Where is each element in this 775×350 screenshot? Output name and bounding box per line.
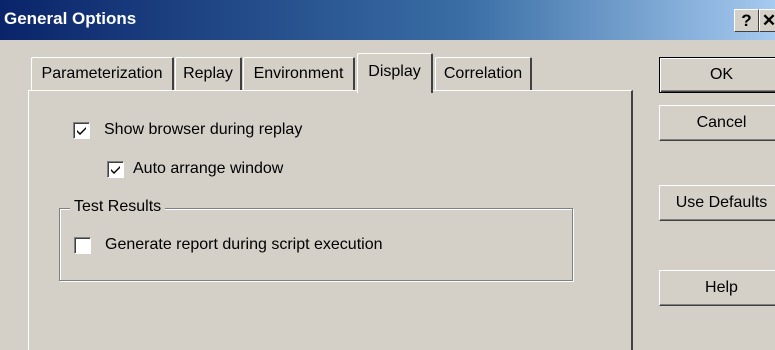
show-browser-label: Show browser during replay [104,121,303,138]
test-results-group: Test Results Generate report during scri… [59,198,573,281]
checkmark-icon [111,166,120,174]
help-title-button[interactable]: ? [734,9,759,32]
title-bar: General Options ? ✕ [0,0,775,40]
cancel-button[interactable]: Cancel [659,105,775,141]
cancel-button-label: Cancel [696,114,747,131]
help-button[interactable]: Help [659,270,775,306]
tab-environment[interactable]: Environment [243,57,355,90]
tab-display[interactable]: Display [357,53,433,93]
close-icon: ✕ [761,11,775,30]
display-tab-panel: Show browser during replay Auto arrange … [28,90,633,350]
auto-arrange-label: Auto arrange window [133,160,284,177]
tab-correlation[interactable]: Correlation [435,57,532,90]
generate-report-label: Generate report during script execution [105,236,383,253]
tab-label: Environment [253,65,344,82]
tab-label: Replay [183,65,233,82]
window-title: General Options [4,9,137,28]
close-title-button[interactable]: ✕ [759,9,775,32]
tab-label: Parameterization [41,65,163,82]
auto-arrange-checkbox[interactable] [107,161,124,178]
tab-label: Display [368,63,421,80]
tab-label: Correlation [443,65,523,82]
ok-button-label: OK [709,66,734,83]
test-results-title: Test Results [70,198,166,216]
ok-button[interactable]: OK [659,57,775,93]
tab-parameterization[interactable]: Parameterization [31,57,174,90]
use-defaults-button-label: Use Defaults [675,194,768,211]
checkmark-icon [77,127,86,135]
use-defaults-button[interactable]: Use Defaults [659,185,775,221]
help-button-label: Help [705,279,738,296]
generate-report-checkbox[interactable] [74,237,91,254]
show-browser-checkbox[interactable] [73,122,90,139]
question-mark-icon: ? [741,11,752,30]
tab-replay[interactable]: Replay [175,57,242,90]
